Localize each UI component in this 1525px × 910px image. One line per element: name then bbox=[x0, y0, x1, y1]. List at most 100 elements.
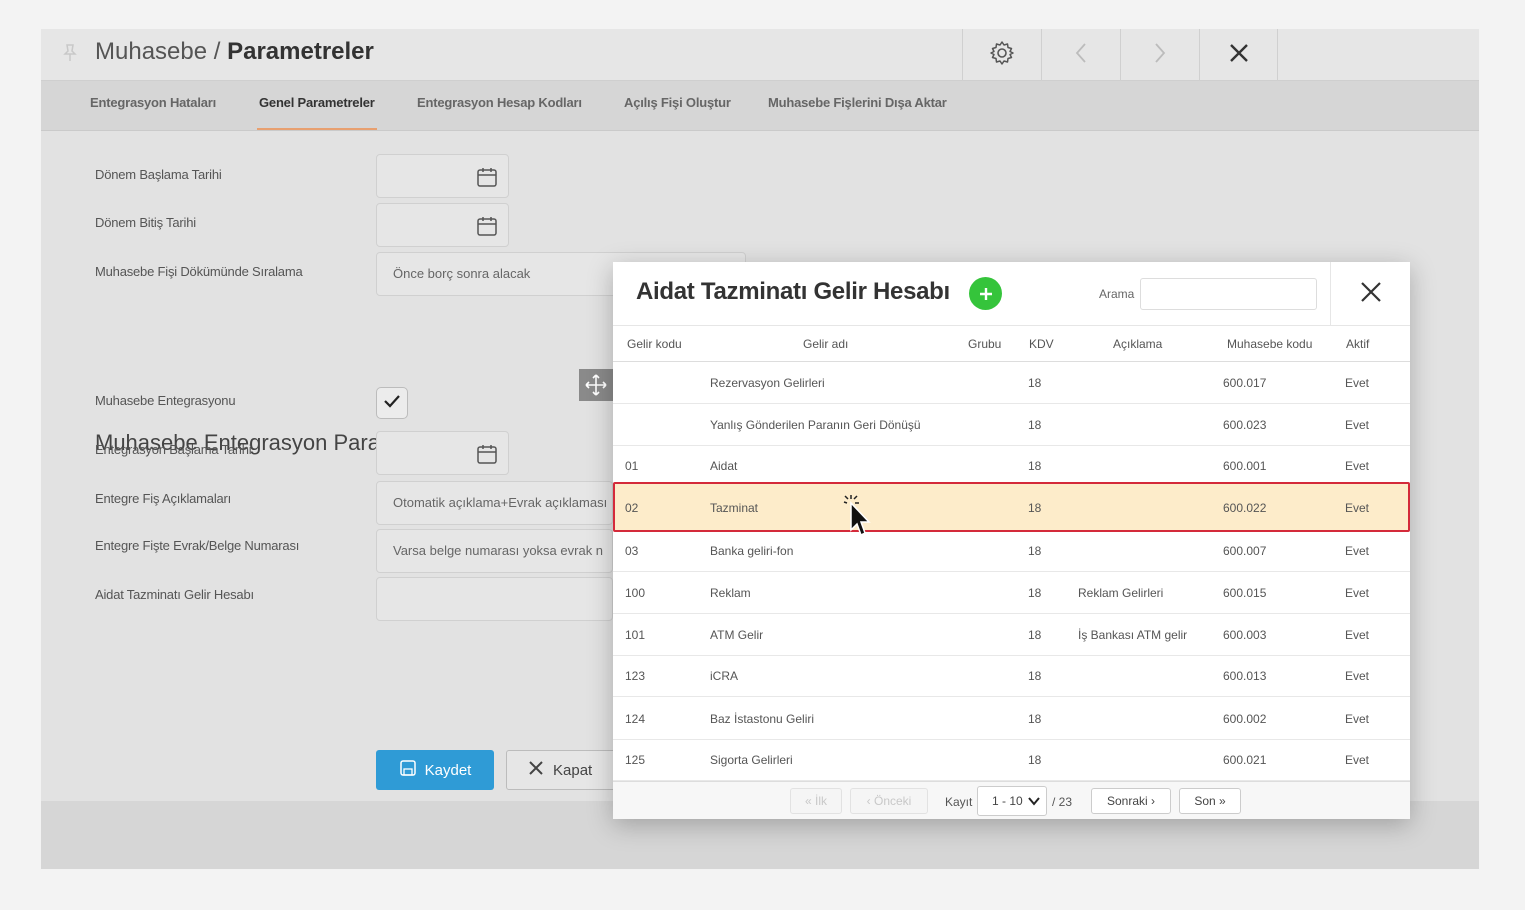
table-row[interactable]: 03 Banka geliri-fon 18 600.007 Evet bbox=[613, 530, 1410, 572]
period-end-field[interactable] bbox=[376, 203, 509, 247]
slip-desc-label: Entegre Fiş Açıklamaları bbox=[95, 491, 232, 506]
tab-entegrasyon-hatalari[interactable]: Entegrasyon Hataları bbox=[90, 95, 216, 110]
next-button[interactable] bbox=[1120, 29, 1199, 81]
calendar-icon[interactable] bbox=[476, 166, 498, 188]
move-icon[interactable] bbox=[579, 369, 613, 401]
table-row[interactable]: 01 Aidat 18 600.001 Evet bbox=[613, 445, 1410, 487]
add-button[interactable] bbox=[969, 277, 1002, 310]
sort-value: Önce borç sonra alacak bbox=[393, 266, 531, 281]
income-account-dialog: Aidat Tazminatı Gelir Hesabı Arama Gelir… bbox=[613, 262, 1410, 819]
cell-muhasebe-kodu: 600.015 bbox=[1223, 586, 1267, 600]
cell-muhasebe-kodu: 600.002 bbox=[1223, 712, 1267, 726]
cell-gelir-adi: Tazminat bbox=[710, 501, 759, 515]
period-start-field[interactable] bbox=[376, 154, 509, 198]
integration-checkbox[interactable] bbox=[376, 387, 408, 419]
table-row[interactable]: 101 ATM Gelir 18 İş Bankası ATM gelir 600.00… bbox=[613, 614, 1410, 656]
settings-button[interactable] bbox=[962, 29, 1041, 81]
column-header[interactable]: Grubu bbox=[968, 337, 1001, 351]
cell-aktif: Evet bbox=[1345, 712, 1370, 726]
calendar-icon[interactable] bbox=[476, 215, 498, 237]
save-icon bbox=[399, 759, 417, 781]
column-header[interactable]: Gelir adı bbox=[803, 337, 848, 351]
gear-icon bbox=[989, 40, 1015, 71]
table-row[interactable]: 100 Reklam 18 Reklam Gelirleri 600.015 Evet bbox=[613, 572, 1410, 614]
cell-gelir-kodu: 02 bbox=[625, 501, 639, 515]
column-header[interactable]: Aktif bbox=[1346, 337, 1369, 351]
cell-gelir-adi: Banka geliri-fon bbox=[710, 544, 794, 558]
cell-kdv: 18 bbox=[1028, 501, 1042, 515]
cell-aktif: Evet bbox=[1345, 501, 1370, 515]
last-page-button[interactable]: Son » bbox=[1179, 788, 1241, 814]
cell-muhasebe-kodu: 600.001 bbox=[1223, 459, 1267, 473]
table-row-selected[interactable]: 02 Tazminat 18 600.022 Evet bbox=[613, 482, 1410, 532]
previous-button[interactable] bbox=[1041, 29, 1120, 81]
chevron-down-icon bbox=[1028, 795, 1040, 810]
table-row[interactable]: Yanlış Gönderilen Paranın Geri Dönüşü 18 6… bbox=[613, 404, 1410, 446]
period-start-label: Dönem Başlama Tarihi bbox=[95, 167, 222, 182]
sort-label: Muhasebe Fişi Dökümünde Sıralama bbox=[95, 264, 303, 279]
first-page-button[interactable]: « İlk bbox=[790, 788, 842, 814]
doc-number-select[interactable]: Varsa belge numarası yoksa evrak n bbox=[376, 529, 613, 573]
chevron-left-icon bbox=[1074, 42, 1088, 69]
cell-muhasebe-kodu: 600.017 bbox=[1223, 376, 1267, 390]
tab-entegrasyon-hesap-kodlari[interactable]: Entegrasyon Hesap Kodları bbox=[417, 95, 582, 110]
column-header[interactable]: Gelir kodu bbox=[627, 337, 682, 351]
cell-kdv: 18 bbox=[1028, 376, 1042, 390]
tab-acilis-fisi-olustur[interactable]: Açılış Fişi Oluştur bbox=[624, 95, 731, 110]
mouse-cursor-icon bbox=[842, 494, 872, 542]
cell-aktif: Evet bbox=[1345, 376, 1370, 390]
income-account-label: Aidat Tazminatı Gelir Hesabı bbox=[95, 587, 254, 602]
page-range-select[interactable]: 1 - 10 bbox=[977, 786, 1047, 816]
cell-aktif: Evet bbox=[1345, 628, 1370, 642]
integration-label: Muhasebe Entegrasyonu bbox=[95, 393, 236, 408]
total-count: / 23 bbox=[1052, 795, 1073, 809]
close-label: Kapat bbox=[553, 761, 593, 779]
cell-aktif: Evet bbox=[1345, 418, 1370, 432]
next-page-button[interactable]: Sonraki › bbox=[1091, 788, 1171, 814]
cell-aktif: Evet bbox=[1345, 459, 1370, 473]
cell-aciklama: İş Bankası ATM gelir bbox=[1078, 628, 1188, 642]
dialog-header: Aidat Tazminatı Gelir Hesabı Arama bbox=[613, 262, 1410, 326]
tab-genel-parametreler[interactable]: Genel Parametreler bbox=[257, 95, 377, 130]
tab-fisleri-disa-aktar[interactable]: Muhasebe Fişlerini Dışa Aktar bbox=[768, 95, 947, 110]
income-account-field[interactable] bbox=[376, 577, 613, 621]
table-row[interactable]: Rezervasyon Gelirleri 18 600.017 Evet bbox=[613, 362, 1410, 404]
integration-start-label: Entegrasyon Başlama Tarihi bbox=[95, 442, 252, 457]
calendar-icon[interactable] bbox=[476, 443, 498, 465]
cell-kdv: 18 bbox=[1028, 669, 1042, 683]
save-button[interactable]: Kaydet bbox=[376, 750, 494, 790]
table-row[interactable]: 123 iCRA 18 600.013 Evet bbox=[613, 655, 1410, 697]
cell-gelir-kodu: 124 bbox=[625, 712, 646, 726]
previous-page-button[interactable]: ‹ Önceki bbox=[850, 788, 928, 814]
pin-icon[interactable] bbox=[61, 43, 79, 65]
table-row[interactable]: 125 Sigorta Gelirleri 18 600.021 Evet bbox=[613, 739, 1410, 781]
slip-desc-select[interactable]: Otomatik açıklama+Evrak açıklaması bbox=[376, 481, 613, 525]
cell-aciklama: Reklam Gelirleri bbox=[1078, 586, 1164, 600]
table-row[interactable]: 124 Baz İstastonu Geliri 18 600.002 Evet bbox=[613, 698, 1410, 740]
close-icon bbox=[1229, 43, 1249, 68]
close-icon bbox=[529, 761, 543, 779]
cell-kdv: 18 bbox=[1028, 459, 1042, 473]
page-range-value: 1 - 10 bbox=[992, 794, 1023, 808]
column-header[interactable]: Muhasebe kodu bbox=[1227, 337, 1312, 351]
period-end-label: Dönem Bitiş Tarihi bbox=[95, 215, 196, 230]
cell-gelir-kodu: 101 bbox=[625, 628, 646, 642]
cell-aktif: Evet bbox=[1345, 586, 1370, 600]
page-title: Muhasebe / Parametreler bbox=[95, 38, 374, 66]
close-button[interactable]: Kapat bbox=[506, 750, 624, 790]
integration-start-field[interactable] bbox=[376, 431, 509, 475]
close-icon bbox=[1360, 281, 1382, 308]
cell-muhasebe-kodu: 600.007 bbox=[1223, 544, 1267, 558]
title-separator: / bbox=[207, 38, 228, 65]
close-window-button[interactable] bbox=[1199, 29, 1278, 81]
column-header[interactable]: Açıklama bbox=[1113, 337, 1162, 351]
dialog-close-button[interactable] bbox=[1330, 262, 1410, 326]
dialog-title: Aidat Tazminatı Gelir Hesabı bbox=[636, 278, 950, 305]
titlebar: Muhasebe / Parametreler bbox=[41, 29, 1479, 81]
cell-kdv: 18 bbox=[1028, 628, 1042, 642]
search-input[interactable] bbox=[1140, 278, 1317, 310]
search-label: Arama bbox=[1099, 287, 1135, 301]
cell-gelir-adi: Yanlış Gönderilen Paranın Geri Dönüşü bbox=[710, 418, 921, 432]
column-header[interactable]: KDV bbox=[1029, 337, 1054, 351]
cell-aktif: Evet bbox=[1345, 669, 1370, 683]
